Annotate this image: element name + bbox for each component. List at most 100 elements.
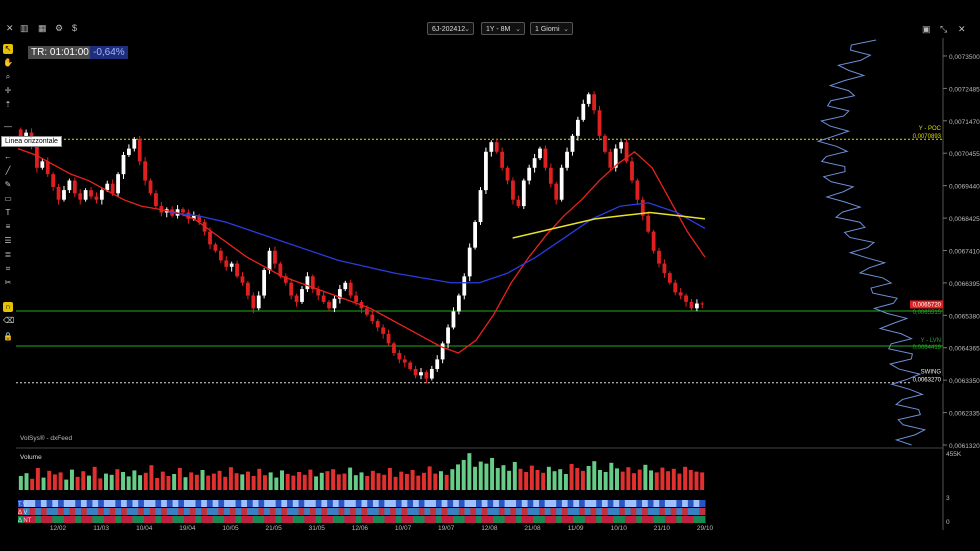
delta-strip-cell (510, 500, 517, 507)
volume-bar (319, 472, 324, 490)
delta-strip-cell (647, 500, 654, 507)
delta-strip-cell (636, 516, 643, 523)
candle-body (451, 311, 456, 328)
delta-strip-cell (682, 508, 689, 515)
volume-bar (353, 475, 358, 490)
delta-strip-cell (155, 516, 162, 523)
delta-strip-cell (344, 500, 351, 507)
delta-strip-cell (172, 516, 179, 523)
delta-strip-cell (613, 516, 620, 523)
delta-strip-cell (247, 516, 254, 523)
candle-body (56, 186, 61, 200)
candle-body (45, 161, 50, 175)
delta-strip-cell (115, 500, 122, 507)
y-tick-label: 0,0073500 (949, 54, 980, 61)
candle-body (392, 343, 396, 354)
volume-bar (427, 466, 432, 490)
volume-bar (211, 473, 216, 490)
delta-strip-cell (372, 516, 380, 523)
delta-strip-cell (298, 500, 305, 507)
delta-strip-cell (607, 500, 614, 507)
delta-strip-cell (287, 516, 294, 523)
delta-strip-cell (556, 516, 563, 523)
delta-strip-cell (521, 516, 529, 523)
candle-body (300, 289, 304, 302)
delta-strip-cell (350, 500, 357, 507)
delta-strip-cell (229, 500, 237, 507)
volume-bar (280, 470, 284, 490)
delta-strip-cell (693, 516, 700, 523)
delta-strip-cell (184, 516, 191, 523)
delta-strip-cell (533, 500, 540, 507)
delta-strip-cell (201, 500, 208, 507)
volume-bar (155, 478, 160, 490)
delta-strip-cell (161, 500, 168, 507)
delta-strip-cell (653, 508, 660, 515)
volume-bar (433, 473, 438, 490)
volume-bar (359, 472, 364, 490)
delta-strip-cell (86, 508, 93, 515)
volume-bar (291, 475, 296, 490)
delta-strip-cell (63, 516, 71, 523)
delta-strip-cell (75, 500, 82, 507)
candle-body (181, 209, 185, 213)
candle-body (673, 282, 678, 293)
y-tick-label: 0,0067410 (949, 248, 980, 255)
delta-strip-cell (493, 516, 500, 523)
candle-body (229, 263, 234, 267)
delta-strip-cell (138, 516, 145, 523)
volume-bar (456, 464, 461, 490)
delta-strip-cell (476, 516, 483, 523)
delta-strip-cell (493, 508, 500, 515)
delta-strip-cell (178, 500, 185, 507)
candle-body (375, 321, 380, 328)
swing-label: SWING (921, 370, 942, 376)
candle-body (321, 295, 326, 302)
x-tick-label: 12/06 (352, 525, 369, 532)
delta-strip-cell (298, 508, 305, 515)
delta-strip-cell (46, 500, 53, 507)
candle-body (132, 139, 137, 149)
volume-bar (467, 453, 472, 490)
delta-strip-cell (476, 500, 483, 507)
delta-strip-cell (470, 516, 477, 523)
volume-bar (348, 467, 353, 490)
x-tick-label: 10/04 (136, 525, 153, 532)
volume-bar (404, 474, 409, 490)
candle-body (592, 94, 596, 111)
delta-strip-cell (401, 516, 408, 523)
delta-strip-cell (418, 508, 425, 515)
volume-bar (245, 471, 250, 490)
delta-strip-cell (189, 516, 196, 523)
volume-bar (558, 469, 563, 490)
delta-strip-cell (561, 508, 569, 515)
volume-bar (490, 458, 495, 490)
delta-strip-cell (355, 500, 362, 507)
volume-bar (688, 470, 693, 490)
strip-label: Δ NT (18, 518, 32, 524)
delta-strip-cell (378, 516, 385, 523)
volume-bar (626, 467, 631, 490)
delta-strip-cell (292, 500, 300, 507)
delta-strip-cell (224, 516, 231, 523)
delta-strip-cell (390, 516, 397, 523)
volume-bar (603, 472, 608, 490)
candle-body (251, 295, 256, 309)
delta-strip-cell (161, 508, 168, 515)
candle-body (500, 151, 505, 168)
candle-body (603, 135, 607, 152)
delta-strip-cell (453, 500, 460, 507)
delta-strip-cell (378, 508, 385, 515)
delta-strip-cell (189, 508, 196, 515)
candle-body (273, 250, 277, 264)
candle-body (246, 282, 250, 296)
volume-bar (473, 466, 478, 490)
delta-strip-cell (687, 508, 695, 515)
delta-strip-cell (309, 516, 317, 523)
delta-strip-cell (229, 516, 237, 523)
delta-strip-cell (29, 508, 36, 515)
delta-strip-cell (384, 500, 391, 507)
volume-bar (376, 473, 381, 490)
delta-strip-cell (544, 516, 551, 523)
delta-strip-cell (338, 516, 345, 523)
